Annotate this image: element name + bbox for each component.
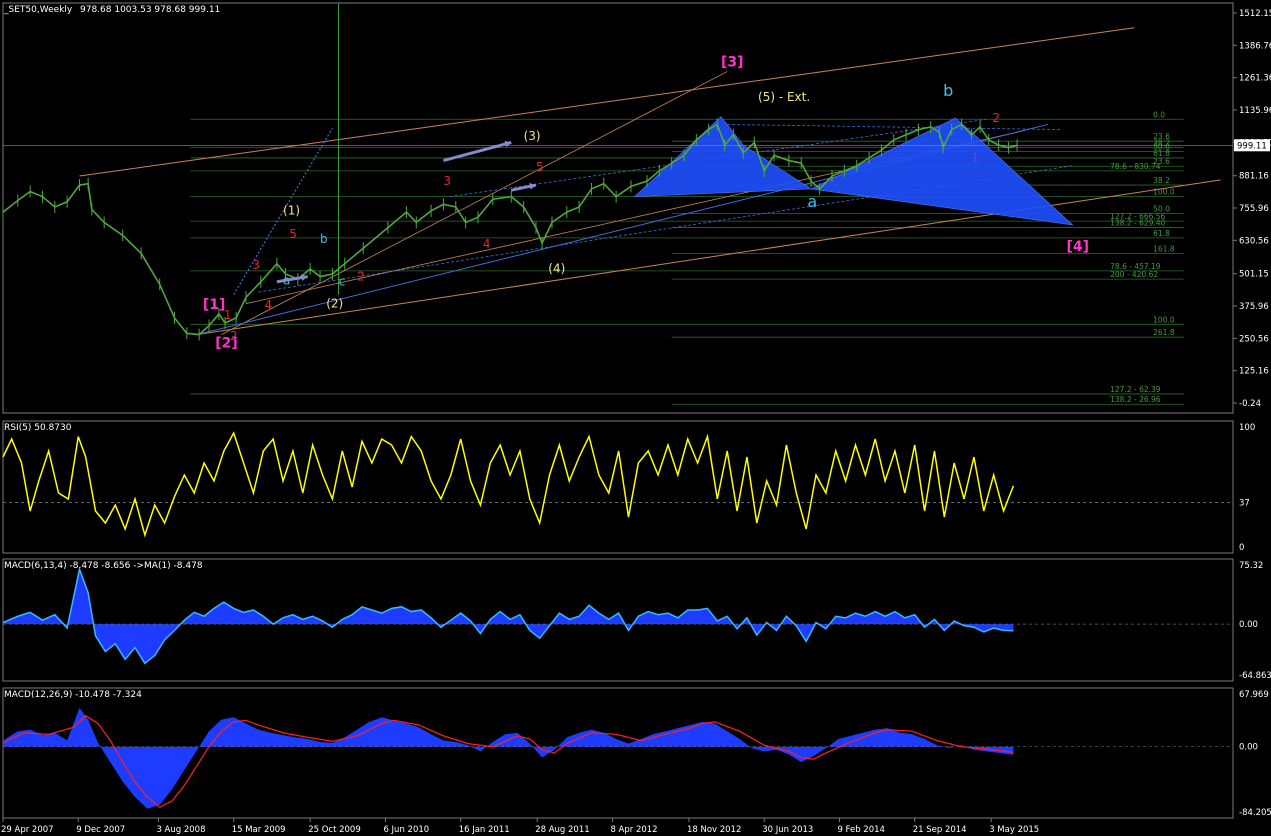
wave-label: 5 — [289, 227, 297, 241]
time-tick-label: 18 Nov 2012 — [687, 825, 741, 835]
macd_slow-tick-label: -84.205 — [1239, 808, 1271, 818]
time-tick-label: 9 Feb 2014 — [837, 825, 885, 835]
macd_slow-tick-label: 67.969 — [1239, 690, 1269, 700]
time-tick-label: 29 Apr 2007 — [1, 825, 54, 835]
current-price-label: 999.11 — [1237, 141, 1267, 151]
wave-label: [3] — [721, 54, 744, 70]
wave-label: 4 — [265, 298, 273, 312]
price-tick-label: 125.16 — [1239, 367, 1269, 377]
macd_fast-tick-label: 75.32 — [1239, 561, 1263, 571]
ohlc-readout: 978.68 1003.53 978.68 999.11 — [80, 5, 220, 15]
time-tick-label: 8 Apr 2012 — [610, 825, 657, 835]
price-tick-label: 755.96 — [1239, 204, 1269, 214]
wave-label: 4 — [483, 237, 491, 251]
fib-level-label: 38.2 — [1153, 176, 1170, 185]
price-tick-label: 250.56 — [1239, 334, 1269, 344]
fib-level-label: 200 - 420.62 — [1110, 270, 1158, 279]
fib-level-label: 161.8 — [1153, 244, 1175, 253]
rsi-title: RSI(5) 50.8730 — [4, 423, 72, 433]
price-tick-label: 501.15 — [1239, 270, 1269, 280]
wave-label: 5 — [536, 160, 544, 174]
wave-label: 1 — [971, 151, 979, 165]
time-tick-label: 3 May 2015 — [989, 825, 1039, 835]
wave-label: 3 — [443, 174, 451, 188]
wave-label: b — [320, 232, 328, 246]
wave-label: (1) — [283, 204, 300, 218]
symbol-title: _SET50,Weekly — [3, 5, 73, 15]
macd_slow-tick-label: 0.00 — [1239, 743, 1258, 753]
wave-label: 1 — [224, 308, 232, 322]
time-tick-label: 15 Mar 2009 — [232, 825, 286, 835]
rsi-tick-label: 100 — [1239, 423, 1255, 433]
wave-label: 3 — [252, 258, 260, 272]
fib-level-label: 100.0 — [1153, 315, 1175, 324]
price-tick-label: 1512.15 — [1239, 9, 1271, 19]
wave-label: a — [807, 192, 817, 211]
wave-label: [1] — [203, 297, 226, 313]
rsi-tick-label: 0 — [1239, 543, 1244, 553]
fib-level-label: 0.0 — [1153, 110, 1165, 119]
fib-level-label: 138.2 - 26.96 — [1110, 395, 1161, 404]
wave-label: 2 — [992, 111, 1000, 125]
wave-label: 2 — [230, 329, 238, 343]
wave-label: (3) — [524, 129, 541, 143]
macd_fast-tick-label: 0.00 — [1239, 620, 1258, 630]
time-tick-label: 25 Oct 2009 — [308, 825, 361, 835]
price-tick-label: 1261.36 — [1239, 74, 1271, 84]
wave-label: 2 — [357, 269, 365, 283]
fib-level-label: 261.8 — [1153, 328, 1175, 337]
wave-label: c — [339, 275, 346, 289]
time-tick-label: 30 Jun 2013 — [762, 825, 813, 835]
time-tick-label: 6 Jun 2010 — [383, 825, 429, 835]
price-tick-label: 1135.96 — [1239, 106, 1271, 116]
wave-label: (2) — [326, 297, 343, 311]
time-tick-label: 16 Jan 2011 — [459, 825, 510, 835]
time-tick-label: 9 Dec 2007 — [76, 825, 125, 835]
chart-background — [0, 0, 1271, 836]
fib-level-label: 61.8 — [1153, 229, 1170, 238]
price-tick-label: 375.96 — [1239, 302, 1269, 312]
price-tick-label: -0.24 — [1239, 399, 1261, 409]
fib-level-label: 78.6 - 830.74 — [1110, 162, 1161, 171]
macd-slow-title: MACD(12,26,9) -10.478 -7.324 — [4, 690, 142, 700]
price-tick-label: 630.56 — [1239, 236, 1269, 246]
price-tick-label: 881.16 — [1239, 172, 1269, 182]
fib-level-label: 127.2 - 62.39 — [1110, 385, 1161, 394]
time-tick-label: 21 Sep 2014 — [913, 825, 967, 835]
wave-label: (5) - Ext. — [758, 90, 810, 104]
fib-level-label: 138.2 - 629.40 — [1110, 219, 1165, 228]
time-tick-label: 28 Aug 2011 — [535, 825, 589, 835]
price-tick-label: 1386.76 — [1239, 41, 1271, 51]
macd_fast-tick-label: -64.863 — [1239, 671, 1271, 681]
wave-label: (4) — [548, 262, 565, 276]
macd-fast-title: MACD(6,13,4) -8.478 -8.656 ->MA(1) -8.47… — [4, 561, 203, 571]
wave-label: [4] — [1066, 239, 1089, 255]
rsi-tick-label: 37 — [1239, 499, 1250, 509]
fib-level-label: 100.0 — [1153, 188, 1175, 197]
trading-chart[interactable]: 0.023.638.250.061.823.678.6 - 830.7438.2… — [0, 0, 1271, 836]
wave-label: b — [943, 81, 953, 100]
time-tick-label: 3 Aug 2008 — [156, 825, 205, 835]
